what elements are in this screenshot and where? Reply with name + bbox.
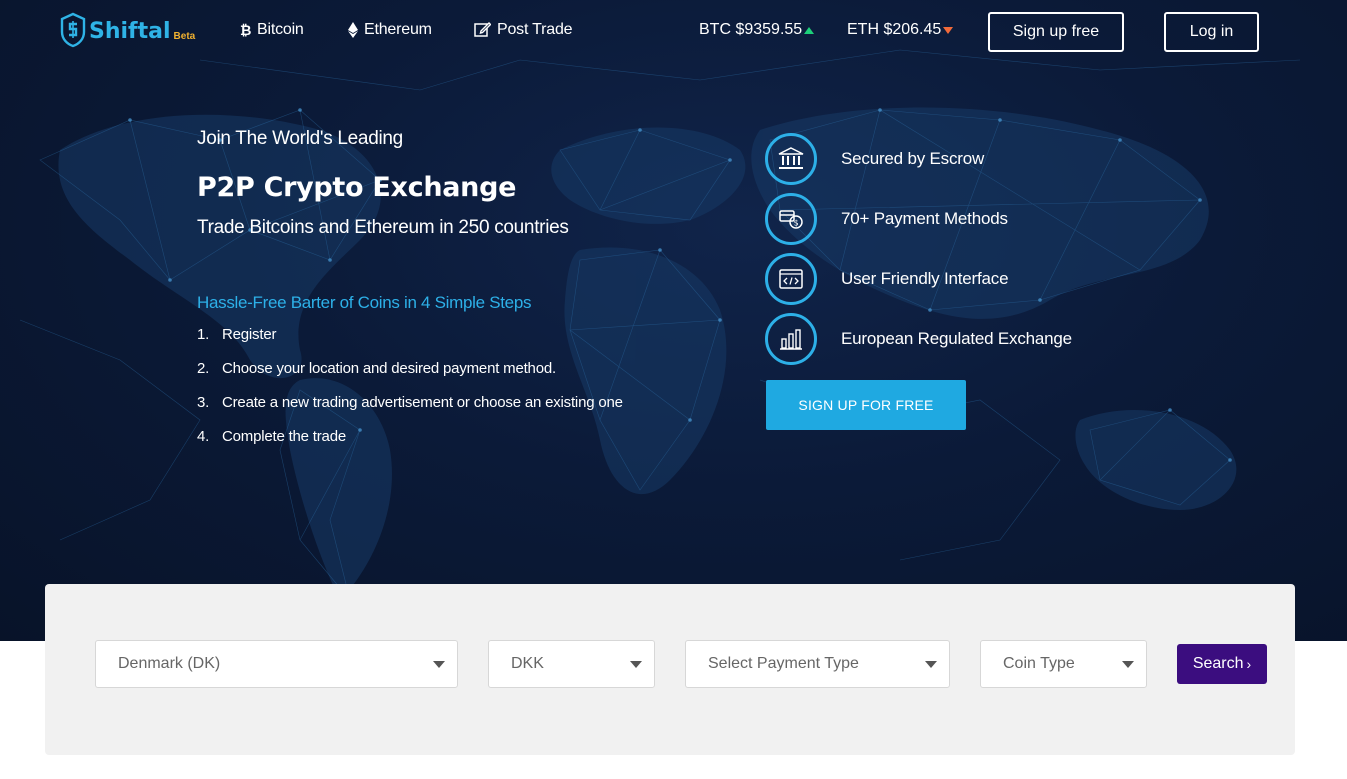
currency-select[interactable]: DKK bbox=[488, 640, 655, 688]
step-item: 1. Register bbox=[197, 326, 277, 343]
steps-list: 1. Register 2. Choose your location and de… bbox=[197, 326, 623, 462]
trend-down-icon bbox=[943, 26, 954, 34]
feature-payment-methods: $ 70+ Payment Methods bbox=[765, 189, 1072, 249]
btc-price-value: BTC $9359.55 bbox=[699, 21, 803, 38]
feature-list: Secured by Escrow $ 70+ Payment Methods bbox=[765, 129, 1072, 369]
currency-select-value: DKK bbox=[511, 655, 544, 672]
ethereum-icon bbox=[348, 22, 358, 38]
chevron-down-icon bbox=[925, 661, 937, 668]
btc-price-ticker: BTC $9359.55 bbox=[699, 21, 815, 39]
bitcoin-icon: ₿ bbox=[240, 23, 251, 38]
nav-link-label: Ethereum bbox=[364, 21, 432, 38]
nav-link-ethereum[interactable]: Ethereum bbox=[348, 21, 432, 39]
hero-subhead: Trade Bitcoins and Ethereum in 250 count… bbox=[197, 217, 569, 238]
search-panel: Denmark (DK) DKK Select Payment Type Coi… bbox=[45, 584, 1295, 755]
log-in-button[interactable]: Log in bbox=[1164, 12, 1259, 52]
hero-section: Shiftal Beta ₿ Bitcoin Ethereum Post Tra… bbox=[0, 0, 1347, 641]
bank-icon bbox=[765, 133, 817, 185]
payment-icon: $ bbox=[765, 193, 817, 245]
code-window-icon bbox=[765, 253, 817, 305]
feature-label: European Regulated Exchange bbox=[841, 329, 1072, 348]
svg-text:₿: ₿ bbox=[240, 23, 251, 38]
top-navigation: Shiftal Beta ₿ Bitcoin Ethereum Post Tra… bbox=[0, 0, 1347, 64]
trend-up-icon bbox=[804, 26, 815, 34]
feature-regulated: European Regulated Exchange bbox=[765, 309, 1072, 369]
nav-link-bitcoin[interactable]: ₿ Bitcoin bbox=[240, 21, 304, 39]
feature-label: 70+ Payment Methods bbox=[841, 209, 1008, 228]
feature-user-friendly: User Friendly Interface bbox=[765, 249, 1072, 309]
shield-logo-icon bbox=[60, 12, 86, 48]
hero-intro: Join The World's Leading P2P Crypto Exch… bbox=[197, 128, 623, 462]
brand-logo[interactable]: Shiftal Beta bbox=[60, 12, 195, 48]
hero-kicker: Join The World's Leading bbox=[197, 128, 403, 149]
steps-title: Hassle-Free Barter of Coins in 4 Simple … bbox=[197, 293, 532, 312]
feature-label: Secured by Escrow bbox=[841, 149, 985, 168]
eth-price-value: ETH $206.45 bbox=[847, 21, 942, 38]
eth-price-ticker: ETH $206.45 bbox=[847, 21, 954, 39]
edit-icon bbox=[474, 22, 491, 37]
nav-link-label: Bitcoin bbox=[257, 21, 304, 38]
chevron-right-icon: › bbox=[1246, 656, 1252, 672]
svg-text:$: $ bbox=[794, 219, 799, 228]
country-select[interactable]: Denmark (DK) bbox=[95, 640, 458, 688]
search-button[interactable]: Search › bbox=[1177, 644, 1267, 684]
feature-label: User Friendly Interface bbox=[841, 269, 1009, 288]
nav-link-label: Post Trade bbox=[497, 21, 573, 38]
chevron-down-icon bbox=[1122, 661, 1134, 668]
hero-headline: P2P Crypto Exchange bbox=[197, 172, 517, 203]
coin-type-select[interactable]: Coin Type bbox=[980, 640, 1147, 688]
step-item: 2. Choose your location and desired payme… bbox=[197, 360, 556, 377]
step-item: 3. Create a new trading advertisement or … bbox=[197, 394, 623, 411]
payment-type-select[interactable]: Select Payment Type bbox=[685, 640, 950, 688]
chevron-down-icon bbox=[630, 661, 642, 668]
nav-link-post-trade[interactable]: Post Trade bbox=[474, 21, 573, 39]
country-select-value: Denmark (DK) bbox=[118, 655, 221, 672]
brand-name: Shiftal bbox=[89, 19, 171, 44]
beta-badge: Beta bbox=[173, 31, 196, 42]
sign-up-for-free-button[interactable]: SIGN UP FOR FREE bbox=[766, 380, 966, 430]
regulated-chart-icon bbox=[765, 313, 817, 365]
chevron-down-icon bbox=[433, 661, 445, 668]
step-item: 4. Complete the trade bbox=[197, 428, 346, 445]
feature-escrow: Secured by Escrow bbox=[765, 129, 1072, 189]
coin-type-placeholder: Coin Type bbox=[1003, 655, 1075, 672]
sign-up-button[interactable]: Sign up free bbox=[988, 12, 1124, 52]
payment-type-placeholder: Select Payment Type bbox=[708, 655, 859, 672]
search-button-label: Search bbox=[1192, 655, 1244, 672]
